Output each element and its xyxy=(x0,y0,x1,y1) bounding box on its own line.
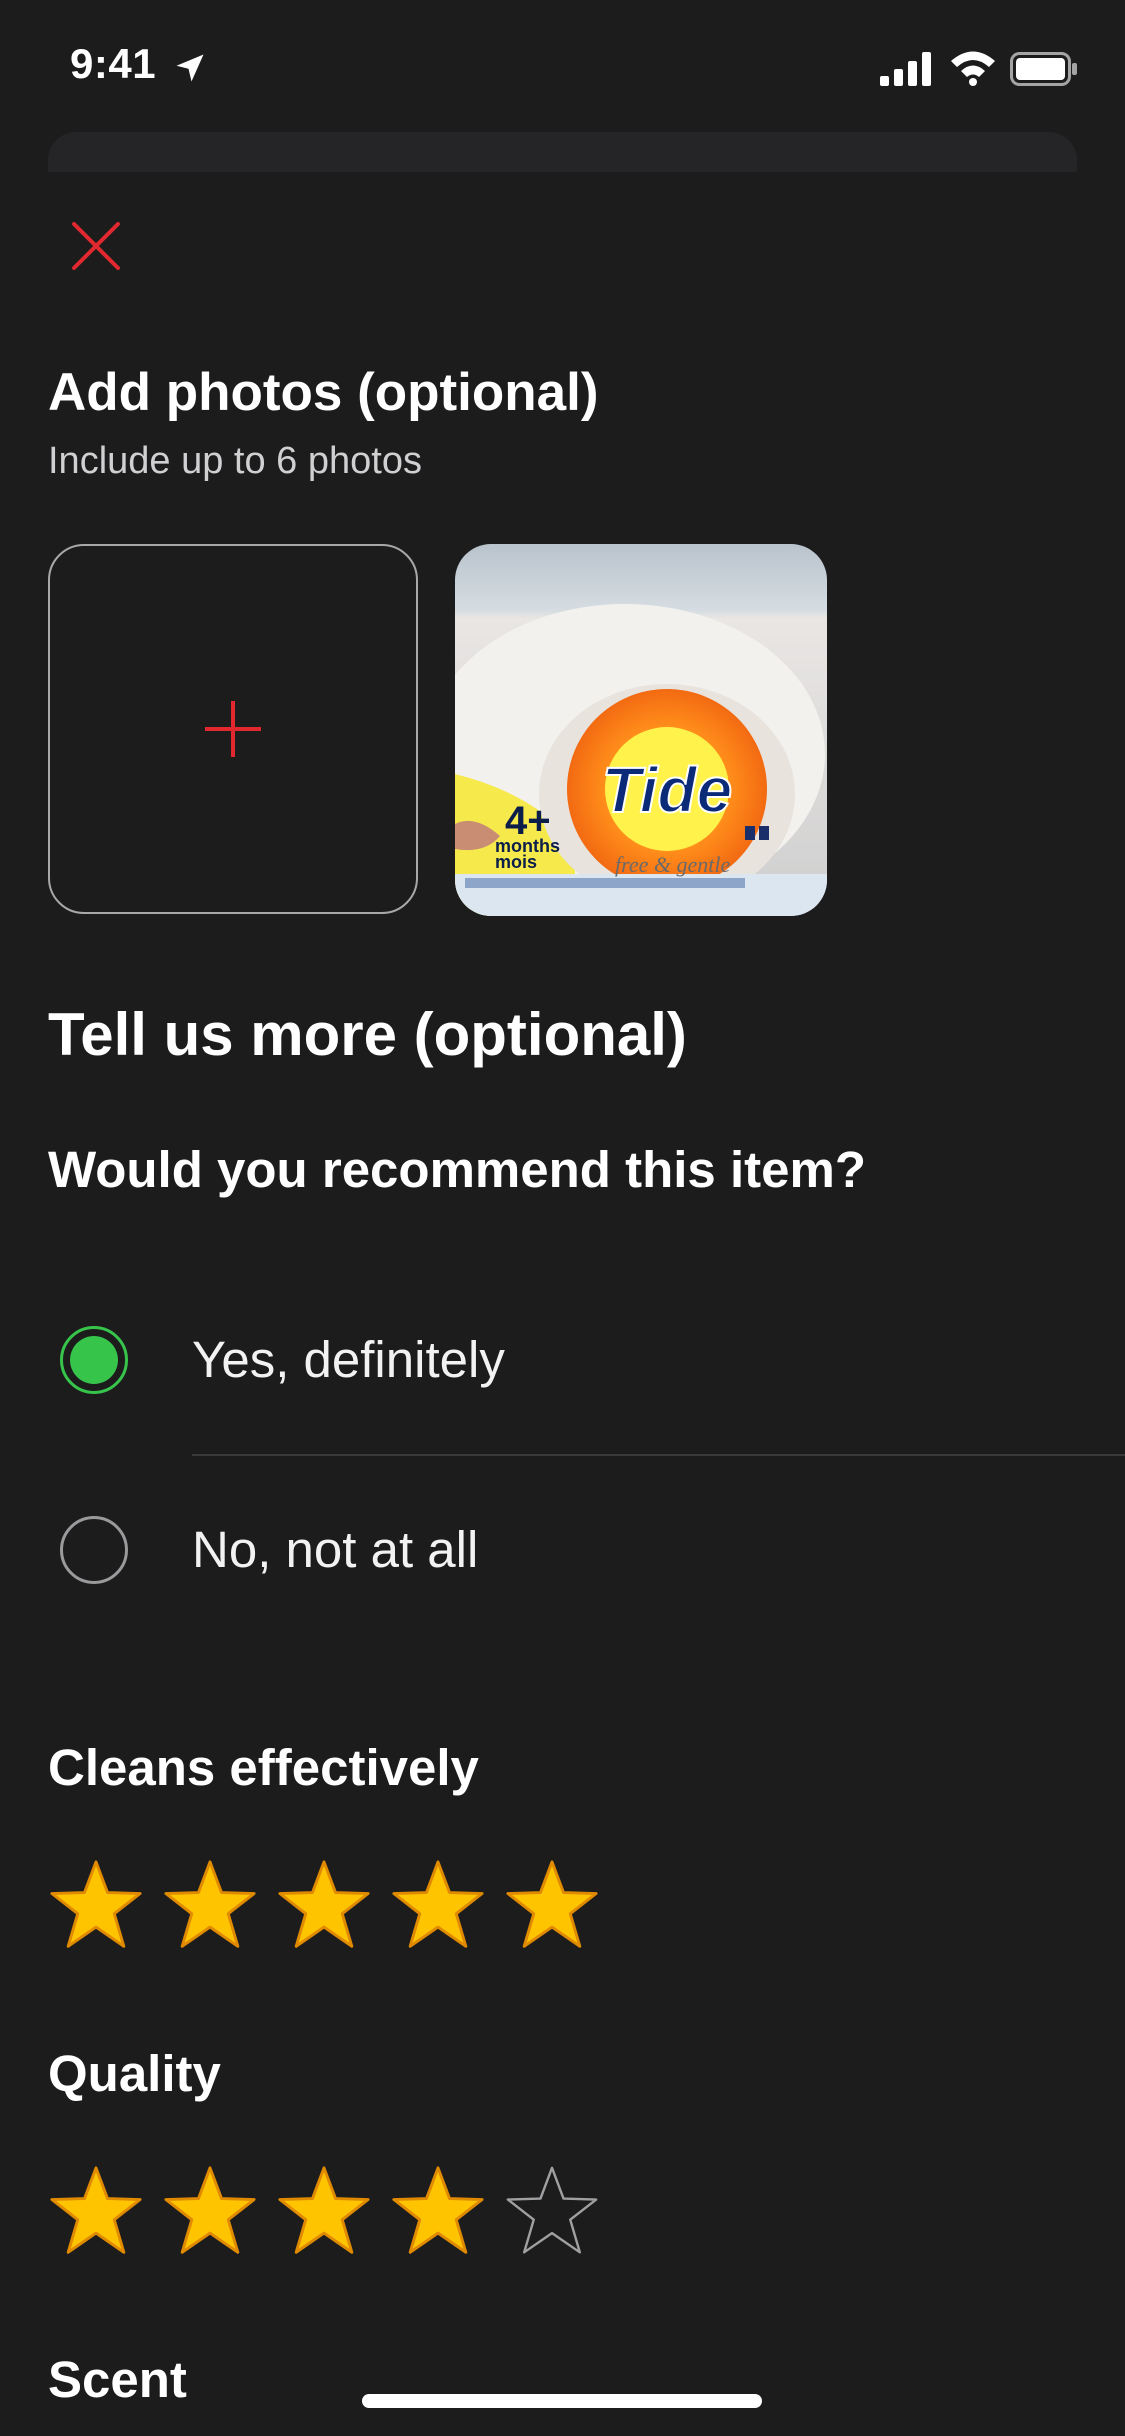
star-filled-icon[interactable] xyxy=(48,1858,144,1954)
add-photo-button[interactable] xyxy=(48,544,418,914)
star-empty-icon[interactable] xyxy=(504,2164,600,2260)
radio-unselected-icon xyxy=(60,1516,128,1584)
close-button[interactable] xyxy=(60,210,132,282)
status-time: 9:41 xyxy=(70,40,157,87)
battery-icon xyxy=(1010,52,1077,86)
tell-us-more-title: Tell us more (optional) xyxy=(48,1001,687,1068)
sheet-header-edge xyxy=(48,132,1077,172)
recommend-option-yes[interactable]: Yes, definitely xyxy=(0,1270,1125,1450)
signal-icon xyxy=(880,52,931,86)
star-filled-icon[interactable] xyxy=(276,2164,372,2260)
star-filled-icon[interactable] xyxy=(162,1858,258,1954)
thumb-badge-line2: mois xyxy=(495,852,537,872)
rating-label-cleans: Cleans effectively xyxy=(48,1739,479,1796)
rating-label-quality: Quality xyxy=(48,2045,221,2102)
radio-selected-icon xyxy=(60,1326,128,1394)
rating-stars-quality xyxy=(48,2164,600,2260)
home-indicator xyxy=(362,2394,762,2408)
star-filled-icon[interactable] xyxy=(504,1858,600,1954)
divider xyxy=(192,1454,1125,1456)
tide-product-photo: Tide free & gentle 4+ months mois xyxy=(455,544,827,916)
thumb-variant: free & gentle xyxy=(615,852,730,877)
recommend-option-no[interactable]: No, not at all xyxy=(0,1462,1125,1642)
plus-icon xyxy=(205,701,261,757)
star-filled-icon[interactable] xyxy=(390,1858,486,1954)
recommend-option-label: Yes, definitely xyxy=(192,1331,505,1388)
location-arrow-icon xyxy=(176,54,204,82)
wifi-icon xyxy=(951,51,995,86)
star-filled-icon[interactable] xyxy=(48,2164,144,2260)
add-photos-subtitle: Include up to 6 photos xyxy=(48,440,422,482)
star-filled-icon[interactable] xyxy=(390,2164,486,2260)
add-photos-title: Add photos (optional) xyxy=(48,363,599,422)
photo-thumbnail[interactable]: Tide free & gentle 4+ months mois xyxy=(455,544,827,916)
rating-stars-cleans xyxy=(48,1858,600,1954)
thumb-brand: Tide xyxy=(602,754,732,826)
recommend-question: Would you recommend this item? xyxy=(48,1141,866,1198)
rating-label-scent: Scent xyxy=(48,2351,187,2408)
recommend-option-label: No, not at all xyxy=(192,1521,479,1578)
close-icon xyxy=(72,222,120,270)
star-filled-icon[interactable] xyxy=(276,1858,372,1954)
star-filled-icon[interactable] xyxy=(162,2164,258,2260)
